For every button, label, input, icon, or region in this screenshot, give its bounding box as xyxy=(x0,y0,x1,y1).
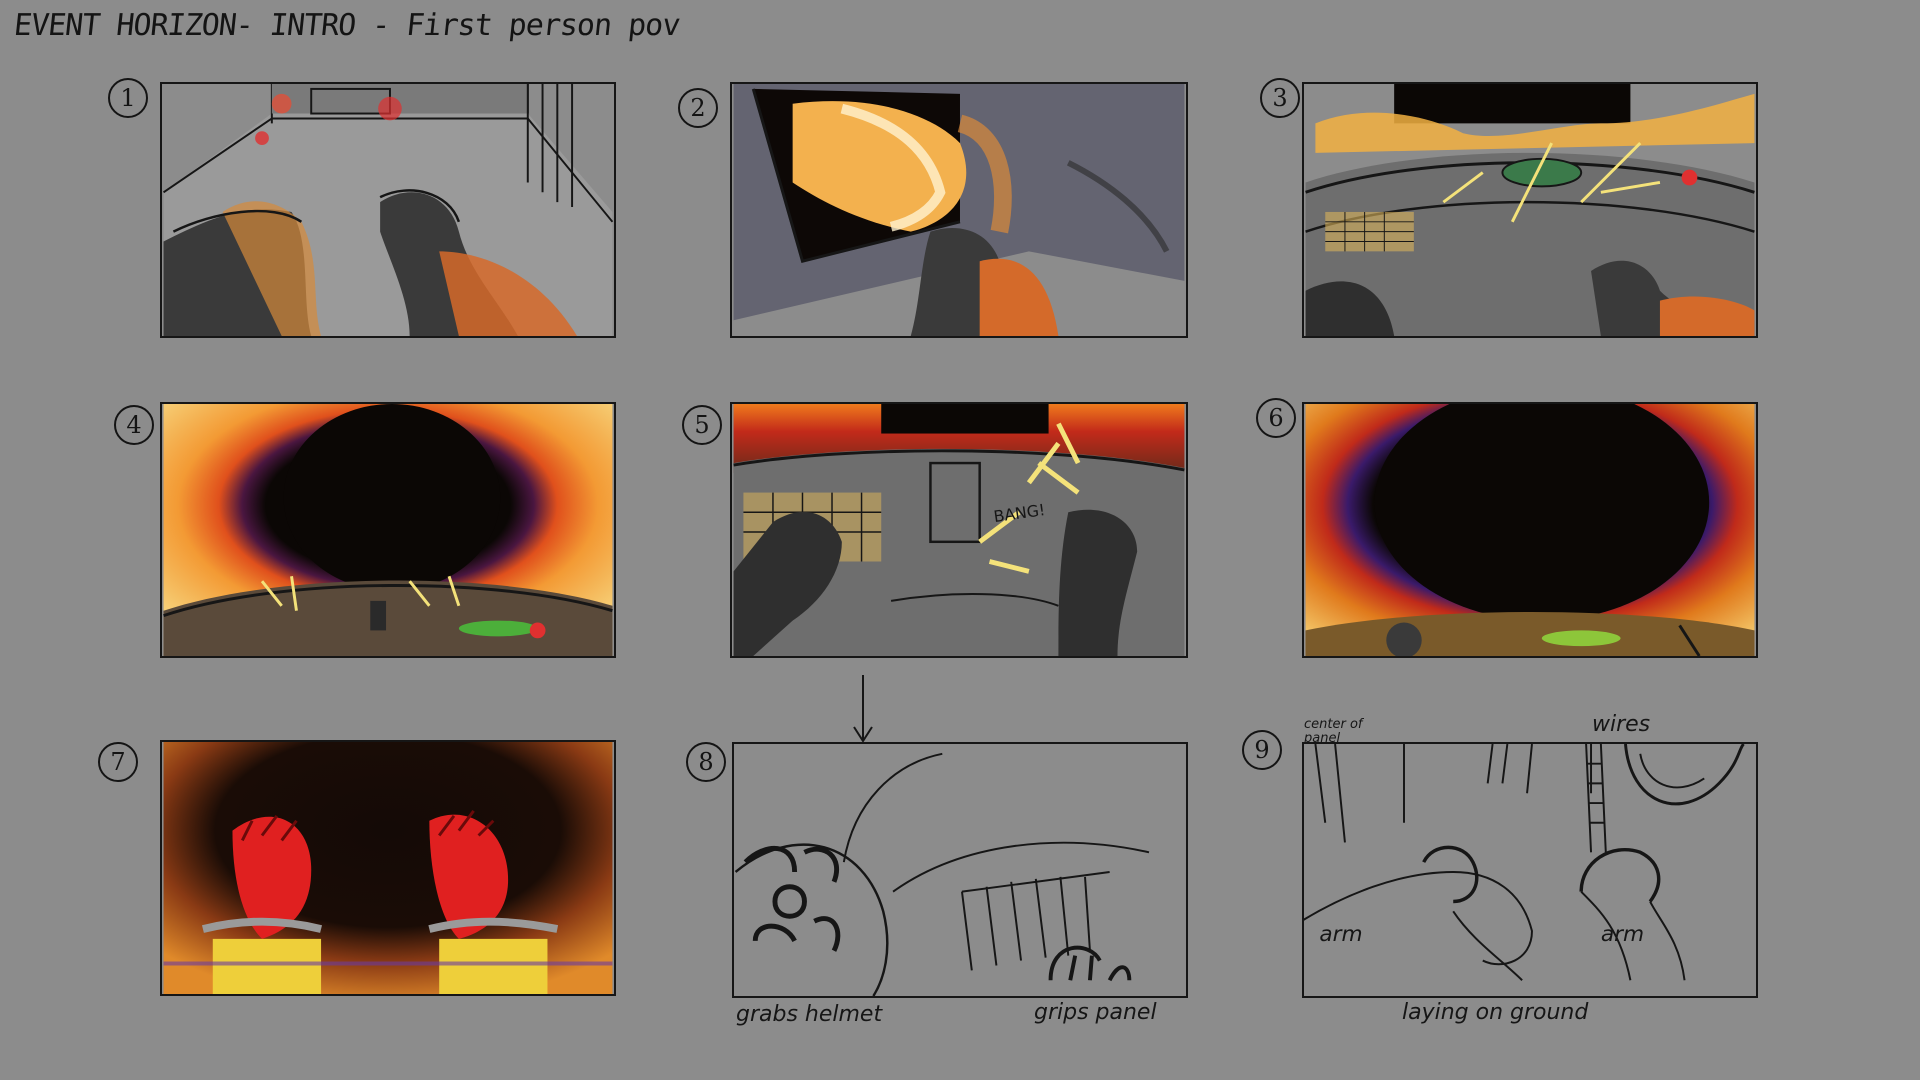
panel-9-label-arm-right: arm xyxy=(1601,922,1644,947)
storyboard-panel-8[interactable] xyxy=(732,742,1188,998)
panel-3-sketch xyxy=(1305,84,1755,336)
arrow-5-to-8 xyxy=(853,675,873,743)
panel-6-sketch xyxy=(1305,404,1755,656)
panel-8-caption-left: grabs helmet xyxy=(736,1002,883,1027)
panel-7-sketch xyxy=(163,742,613,994)
storyboard-panel-2[interactable] xyxy=(730,82,1188,338)
panel-number-3: 3 xyxy=(1260,78,1300,118)
storyboard-panel-3[interactable] xyxy=(1302,82,1758,338)
panel-2-sketch xyxy=(733,84,1185,336)
panel-9-label-wires: wires xyxy=(1592,712,1651,737)
panel-9-label-arm-left: arm xyxy=(1319,922,1362,947)
storyboard-panel-5[interactable]: BANG! xyxy=(730,402,1188,658)
panel-number-8: 8 xyxy=(686,742,726,782)
panel-9-sketch: arm arm xyxy=(1304,744,1745,981)
panel-number-9: 9 xyxy=(1242,730,1282,770)
board-title: EVENT HORIZON- INTRO - First person pov xyxy=(12,8,682,43)
panel-number-7: 7 xyxy=(98,742,138,782)
panel-number-2: 2 xyxy=(678,88,718,128)
storyboard-panel-6[interactable] xyxy=(1302,402,1758,658)
panel-8-caption-right: grips panel xyxy=(1034,1000,1157,1025)
panel-number-4: 4 xyxy=(114,405,154,445)
panel-9-caption: laying on ground xyxy=(1402,1000,1589,1025)
panel-number-1: 1 xyxy=(108,78,148,118)
panel-number-6: 6 xyxy=(1256,398,1296,438)
panel-5-sketch: BANG! xyxy=(733,404,1185,656)
storyboard-panel-1[interactable] xyxy=(160,82,616,338)
panel-1-sketch xyxy=(163,84,614,336)
storyboard-panel-9[interactable]: arm arm xyxy=(1302,742,1758,998)
storyboard-panel-7[interactable] xyxy=(160,740,616,996)
panel-number-5: 5 xyxy=(682,405,722,445)
panel-4-sketch xyxy=(163,404,613,656)
panel-8-sketch xyxy=(734,752,1150,996)
storyboard-panel-4[interactable] xyxy=(160,402,616,658)
